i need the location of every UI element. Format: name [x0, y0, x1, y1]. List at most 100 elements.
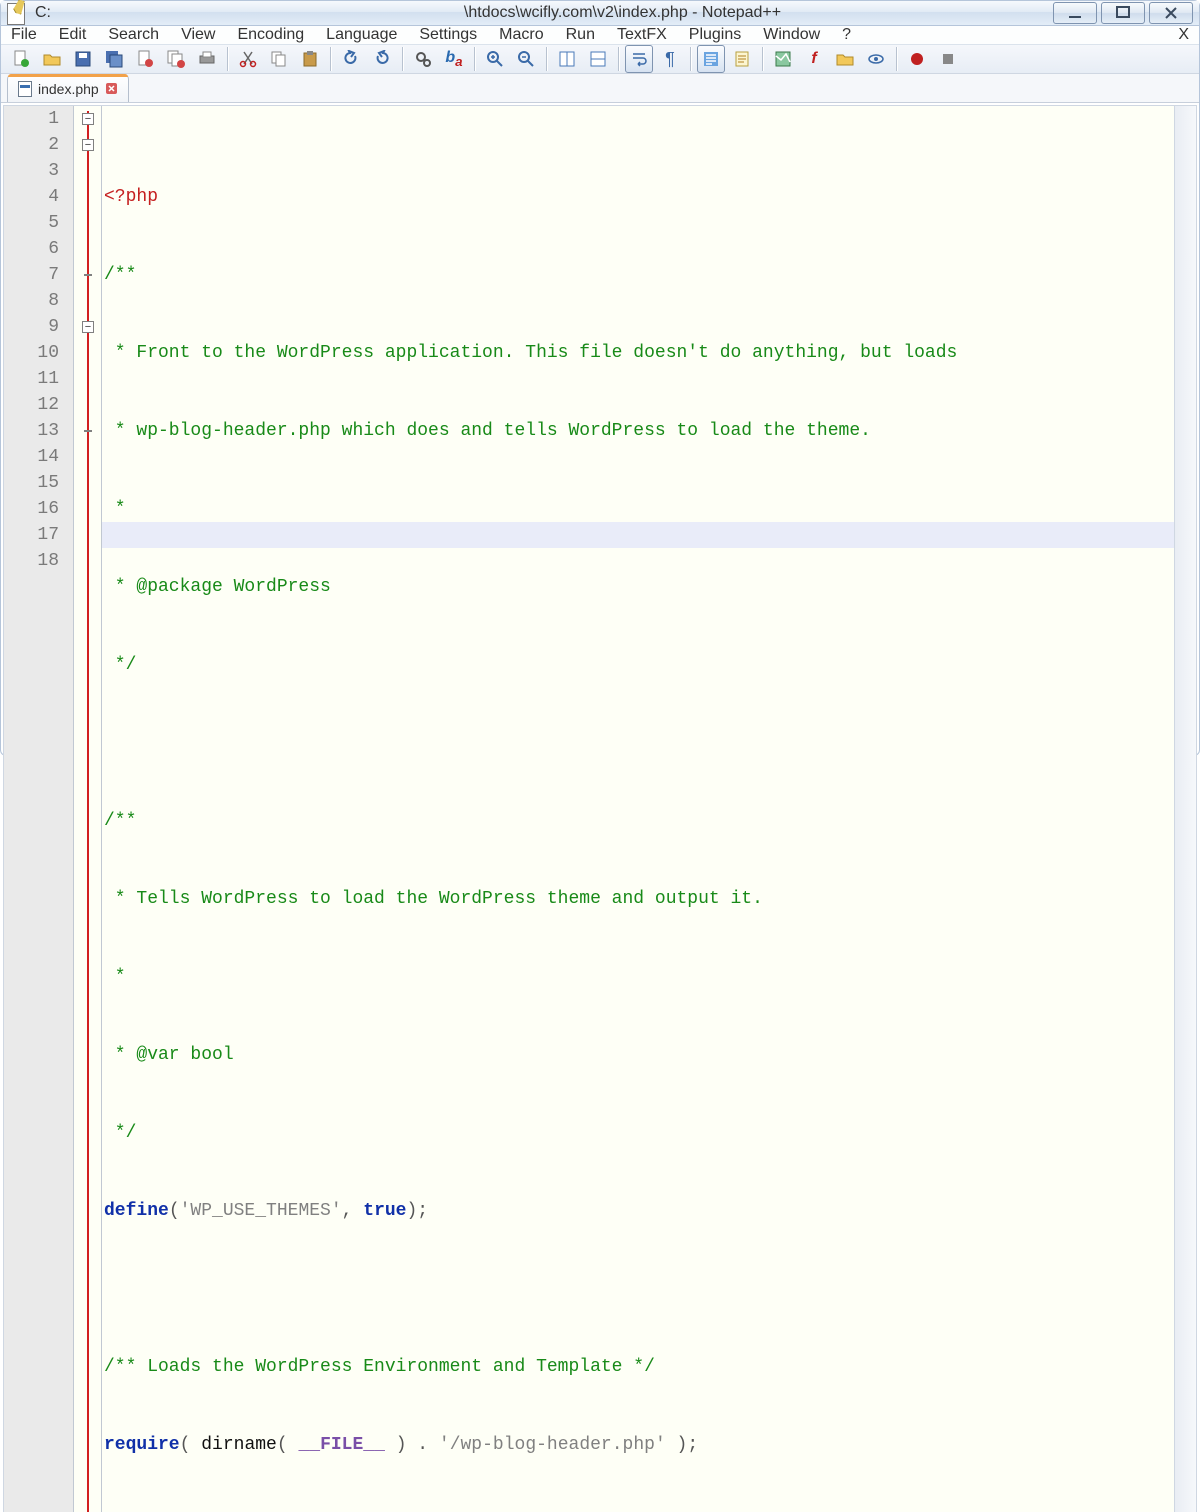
- user-lang-button[interactable]: [728, 45, 756, 73]
- redo-button[interactable]: [368, 45, 396, 73]
- find-button[interactable]: [409, 45, 437, 73]
- code-text: * @package WordPress: [104, 577, 331, 597]
- lineno: 14: [4, 444, 59, 470]
- save-button[interactable]: [69, 45, 97, 73]
- new-file-button[interactable]: [7, 45, 35, 73]
- close-window-button[interactable]: [1149, 2, 1193, 24]
- close-icon: [1164, 6, 1178, 20]
- undo-button[interactable]: [337, 45, 365, 73]
- pilcrow-icon: ¶: [665, 49, 675, 70]
- code-text: * Tells WordPress to load the WordPress …: [104, 889, 763, 909]
- code-text: <?php: [104, 187, 158, 207]
- replace-icon: ba: [445, 49, 462, 69]
- save-icon: [74, 50, 92, 68]
- lineno: 17: [4, 522, 59, 548]
- code-text: * Front to the WordPress application. Th…: [104, 343, 957, 363]
- toolbar-separator: [402, 47, 403, 71]
- vertical-scrollbar[interactable]: [1174, 106, 1196, 1512]
- func-icon: f: [811, 50, 816, 68]
- menu-encoding[interactable]: Encoding: [237, 26, 304, 44]
- code-text: * @var bool: [104, 1045, 234, 1065]
- open-folder-icon: [43, 50, 61, 68]
- zoom-in-button[interactable]: [481, 45, 509, 73]
- menu-edit[interactable]: Edit: [59, 26, 87, 44]
- menu-file[interactable]: File: [11, 26, 37, 44]
- close-all-button[interactable]: [162, 45, 190, 73]
- tab-label: index.php: [38, 81, 99, 97]
- copy-button[interactable]: [265, 45, 293, 73]
- lineno: 4: [4, 184, 59, 210]
- fold-toggle[interactable]: −: [82, 113, 94, 125]
- menu-plugins[interactable]: Plugins: [689, 26, 741, 44]
- docmap-icon: [774, 50, 792, 68]
- func-list-button[interactable]: f: [800, 45, 828, 73]
- menu-macro[interactable]: Macro: [499, 26, 543, 44]
- code-area[interactable]: <?php /** * Front to the WordPress appli…: [102, 106, 1174, 1512]
- cut-button[interactable]: [234, 45, 262, 73]
- paste-button[interactable]: [296, 45, 324, 73]
- code-text: define: [104, 1201, 169, 1221]
- lineno: 7: [4, 262, 59, 288]
- sync-h-button[interactable]: [584, 45, 612, 73]
- toolbar-separator: [330, 47, 331, 71]
- new-file-icon: [12, 50, 30, 68]
- record-macro-button[interactable]: [903, 45, 931, 73]
- replace-button[interactable]: ba: [440, 45, 468, 73]
- menu-help[interactable]: ?: [842, 26, 851, 44]
- fold-toggle[interactable]: −: [82, 321, 94, 333]
- toolbar-separator: [690, 47, 691, 71]
- open-file-button[interactable]: [38, 45, 66, 73]
- code-text: /** Loads the WordPress Environment and …: [104, 1357, 655, 1377]
- menu-language[interactable]: Language: [326, 26, 397, 44]
- print-icon: [198, 50, 216, 68]
- wordwrap-icon: [630, 50, 648, 68]
- menu-close-x[interactable]: X: [1178, 26, 1189, 44]
- doc-map-button[interactable]: [769, 45, 797, 73]
- record-icon: [908, 50, 926, 68]
- close-file-icon: [136, 50, 154, 68]
- menu-run[interactable]: Run: [566, 26, 595, 44]
- menubar: File Edit Search View Encoding Language …: [1, 26, 1199, 45]
- title-path: \htdocs\wcifly.com\v2\index.php - Notepa…: [464, 4, 781, 21]
- tab-active-accent: [8, 74, 128, 77]
- menu-settings[interactable]: Settings: [419, 26, 477, 44]
- lineno: 11: [4, 366, 59, 392]
- monitor-button[interactable]: [862, 45, 890, 73]
- wordwrap-button[interactable]: [625, 45, 653, 73]
- maximize-button[interactable]: [1101, 2, 1145, 24]
- title-prefix: C:: [35, 4, 51, 21]
- indent-guide-button[interactable]: [697, 45, 725, 73]
- menu-view[interactable]: View: [181, 26, 215, 44]
- print-button[interactable]: [193, 45, 221, 73]
- fold-column[interactable]: − − −: [74, 106, 102, 1512]
- zoom-out-button[interactable]: [512, 45, 540, 73]
- close-file-button[interactable]: [131, 45, 159, 73]
- code-text: 'WP_USE_THEMES': [180, 1201, 342, 1221]
- fold-toggle[interactable]: −: [82, 139, 94, 151]
- paste-icon: [301, 50, 319, 68]
- save-all-button[interactable]: [100, 45, 128, 73]
- show-symbols-button[interactable]: ¶: [656, 45, 684, 73]
- cut-icon: [239, 50, 257, 68]
- eye-icon: [867, 50, 885, 68]
- code-text: */: [104, 1123, 136, 1143]
- menu-textfx[interactable]: TextFX: [617, 26, 667, 44]
- lineno: 12: [4, 392, 59, 418]
- code-text: * wp-blog-header.php which does and tell…: [104, 421, 871, 441]
- file-icon: [18, 81, 32, 97]
- minimize-button[interactable]: [1053, 2, 1097, 24]
- code-text: '/wp-blog-header.php': [439, 1435, 666, 1455]
- minimize-icon: [1068, 6, 1082, 20]
- menu-window[interactable]: Window: [763, 26, 820, 44]
- tab-close-button[interactable]: [105, 82, 118, 95]
- sync-v-button[interactable]: [553, 45, 581, 73]
- stop-macro-button[interactable]: [934, 45, 962, 73]
- folder-workspace-button[interactable]: [831, 45, 859, 73]
- undo-icon: [342, 50, 360, 68]
- toolbar-separator: [474, 47, 475, 71]
- menu-search[interactable]: Search: [108, 26, 159, 44]
- code-text: /**: [104, 811, 136, 831]
- stop-icon: [939, 50, 957, 68]
- tab-index-php[interactable]: index.php: [7, 74, 129, 102]
- lineno: 9: [4, 314, 59, 340]
